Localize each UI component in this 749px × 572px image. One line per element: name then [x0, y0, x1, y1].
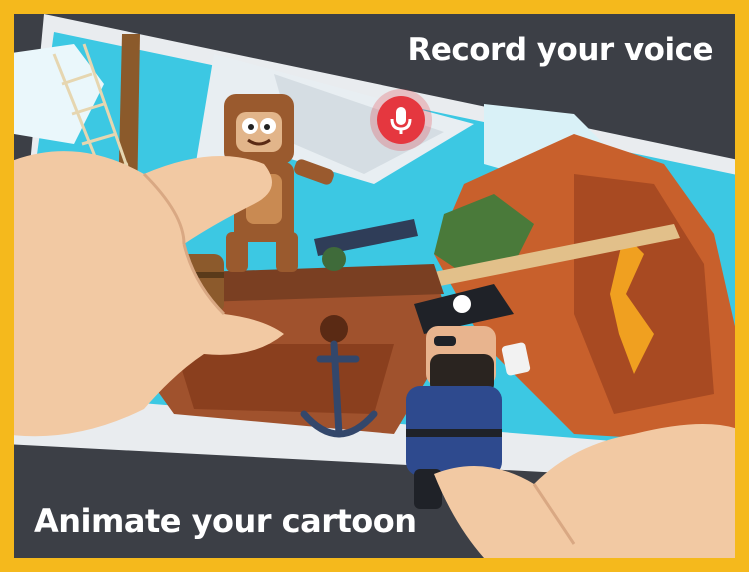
promo-frame: Record your voice Animate your cartoon	[0, 0, 749, 572]
record-voice-caption: Record your voice	[407, 32, 713, 68]
cannon-wheel	[322, 247, 346, 271]
promo-panel: Record your voice Animate your cartoon	[14, 14, 735, 558]
ship-porthole	[320, 315, 348, 343]
record-voice-button[interactable]	[377, 96, 425, 144]
microphone-icon	[390, 107, 412, 134]
ship-hull-shade	[174, 344, 394, 414]
tablet-scene	[14, 14, 735, 558]
animate-cartoon-caption: Animate your cartoon	[34, 502, 417, 540]
